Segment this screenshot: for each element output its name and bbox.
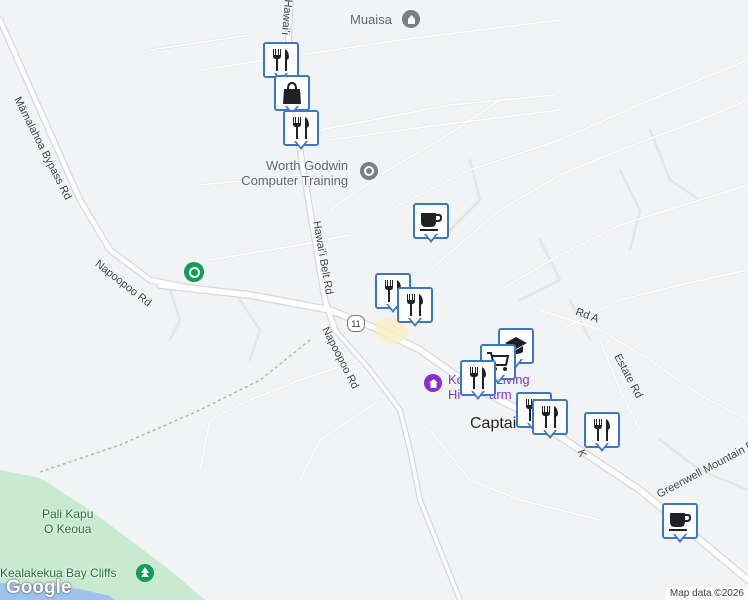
park-label-pali-line1: Pali Kapu bbox=[42, 507, 94, 521]
map-attribution: Map data ©2026 bbox=[665, 587, 748, 600]
purple-poi-icon[interactable] bbox=[424, 374, 442, 392]
map-marker-coffee-cup[interactable] bbox=[662, 503, 698, 547]
map-marker-restaurant[interactable] bbox=[283, 110, 319, 154]
place-label-worth-godwin-line2: Computer Training bbox=[241, 173, 349, 188]
google-logo: Google bbox=[6, 577, 72, 598]
place-of-worship-icon[interactable] bbox=[402, 10, 420, 28]
map-marker-restaurant[interactable] bbox=[397, 287, 433, 331]
map-marker-restaurant[interactable] bbox=[460, 360, 496, 404]
green-poi-icon[interactable] bbox=[184, 262, 204, 282]
map-canvas[interactable]: Māmalahoa Bypass Rd Napoopoo Rd Napoopoo… bbox=[0, 0, 748, 600]
map-marker-restaurant[interactable] bbox=[532, 399, 568, 443]
place-label-worth-godwin-line1: Worth Godwin bbox=[266, 158, 349, 173]
map-base-layer bbox=[0, 0, 748, 600]
park-label-pali-line2: O Keoua bbox=[44, 522, 92, 536]
route-shield-11: 11 bbox=[347, 315, 365, 332]
education-icon[interactable] bbox=[360, 162, 378, 180]
map-marker-restaurant[interactable] bbox=[584, 412, 620, 456]
park-label-pali-kapu: Pali Kapu O Keoua bbox=[42, 507, 93, 537]
map-marker-coffee-cup[interactable] bbox=[413, 203, 449, 247]
park-tree-icon[interactable] bbox=[136, 564, 154, 582]
place-label-muaisa: Muaisa bbox=[350, 12, 392, 27]
route-shield-label: 11 bbox=[351, 318, 361, 329]
place-label-worth-godwin: Worth Godwin Computer Training bbox=[238, 158, 348, 188]
